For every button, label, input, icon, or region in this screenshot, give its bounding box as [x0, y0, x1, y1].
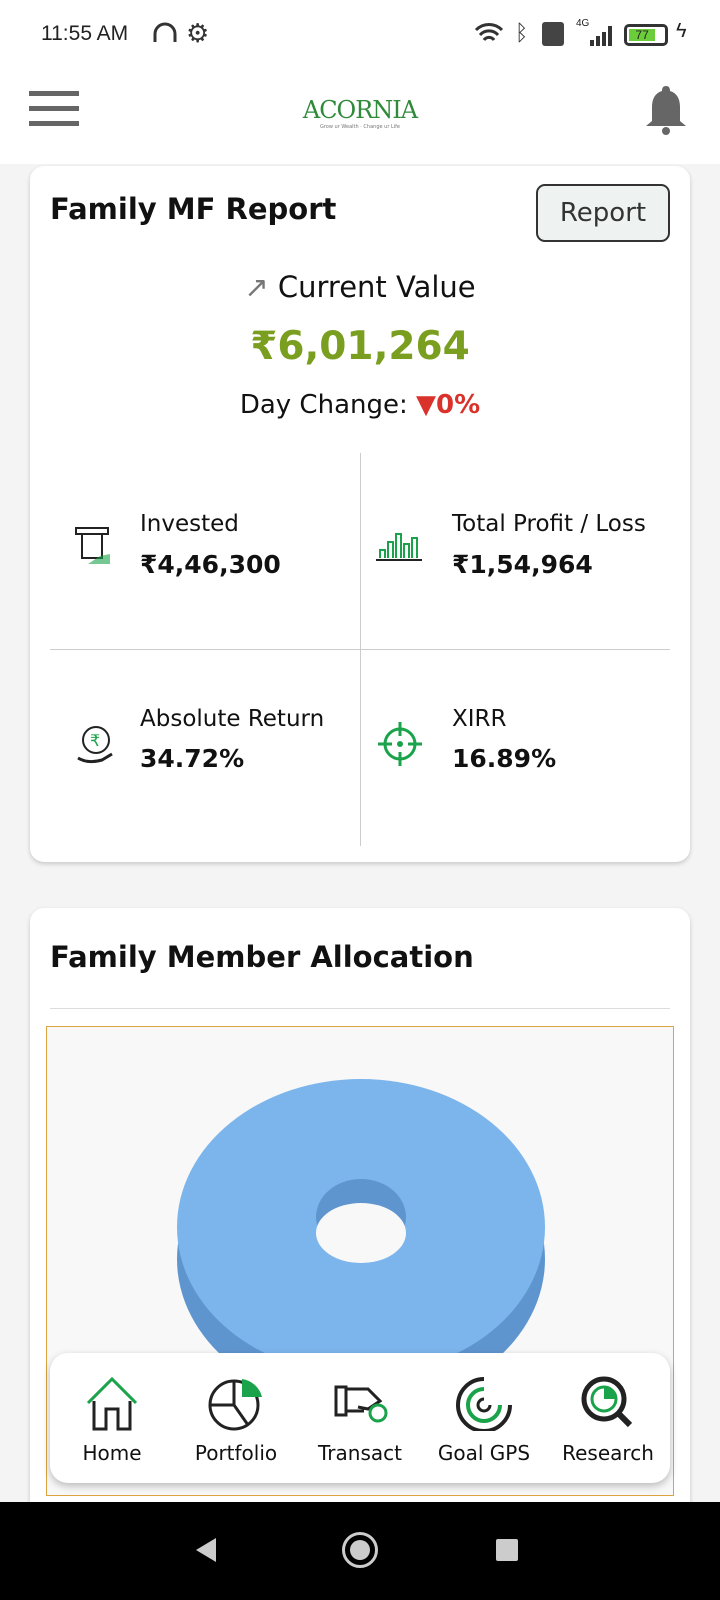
report-button[interactable]: Report: [536, 184, 670, 242]
settings-icon: ⚙: [186, 18, 210, 48]
home-button[interactable]: [342, 1532, 378, 1568]
bluetooth-icon: ᛒ: [515, 20, 529, 45]
trend-up-icon: ↗: [244, 270, 269, 304]
nav-goal-gps[interactable]: Goal GPS: [422, 1375, 546, 1465]
app-header: ACORNIA Grow ur Wealth · Change ur Life: [0, 64, 720, 164]
stat-value: 16.89%: [452, 744, 557, 773]
stat-label: Total Profit / Loss: [452, 511, 646, 537]
rupee-hand-icon: ₹: [74, 722, 118, 766]
stat-value: ₹1,54,964: [452, 550, 593, 579]
menu-button[interactable]: [29, 91, 79, 127]
day-change: Day Change: ▼0%: [239, 390, 481, 420]
nav-research[interactable]: Research: [546, 1375, 670, 1465]
family-mf-report-card: Family MF Report Report ↗ Current Value …: [30, 166, 690, 862]
charging-icon: ϟ: [676, 20, 687, 42]
headset-icon: [153, 22, 177, 42]
nav-home[interactable]: Home: [50, 1375, 174, 1465]
portfolio-icon: [208, 1379, 262, 1431]
goal-gps-icon: [456, 1377, 512, 1433]
card-title: Family Member Allocation: [50, 940, 474, 974]
wifi-icon: [474, 23, 504, 42]
research-icon: [581, 1376, 633, 1428]
nav-portfolio[interactable]: Portfolio: [174, 1375, 298, 1465]
status-bar: 11:55 AM ⚙ ᛒ 4G 77 ϟ: [0, 0, 720, 64]
bottom-navigation: Home Portfolio Transact Goal GPS Researc…: [50, 1353, 670, 1483]
divider: [50, 649, 670, 650]
cash-hand-icon: [74, 526, 114, 566]
pie-hole: [316, 1203, 406, 1263]
back-button[interactable]: [196, 1538, 216, 1562]
svg-text:₹: ₹: [90, 731, 100, 750]
clock: 11:55 AM: [41, 22, 129, 45]
stat-label: XIRR: [452, 706, 507, 732]
stat-value: 34.72%: [140, 744, 245, 773]
notification-bell-icon[interactable]: [644, 84, 688, 136]
divider: [50, 1008, 670, 1009]
nav-transact[interactable]: Transact: [298, 1375, 422, 1465]
volte-icon: [542, 22, 564, 46]
stat-value: ₹4,46,300: [140, 550, 281, 579]
recents-button[interactable]: [496, 1539, 518, 1561]
logo: ACORNIA Grow ur Wealth · Change ur Life: [302, 96, 418, 130]
transact-icon: [334, 1385, 388, 1423]
stat-label: Absolute Return: [140, 706, 325, 732]
stat-label: Invested: [140, 511, 239, 537]
bar-chart-icon: [374, 522, 422, 562]
current-value-label: ↗ Current Value: [244, 270, 476, 304]
current-value: ₹6,01,264: [250, 324, 470, 369]
signal-icon: [590, 26, 612, 46]
battery-icon: 77: [624, 24, 668, 46]
system-navigation-bar: [0, 1502, 720, 1600]
home-icon: [86, 1376, 138, 1431]
card-title: Family MF Report: [50, 192, 337, 226]
target-icon: [376, 720, 424, 768]
